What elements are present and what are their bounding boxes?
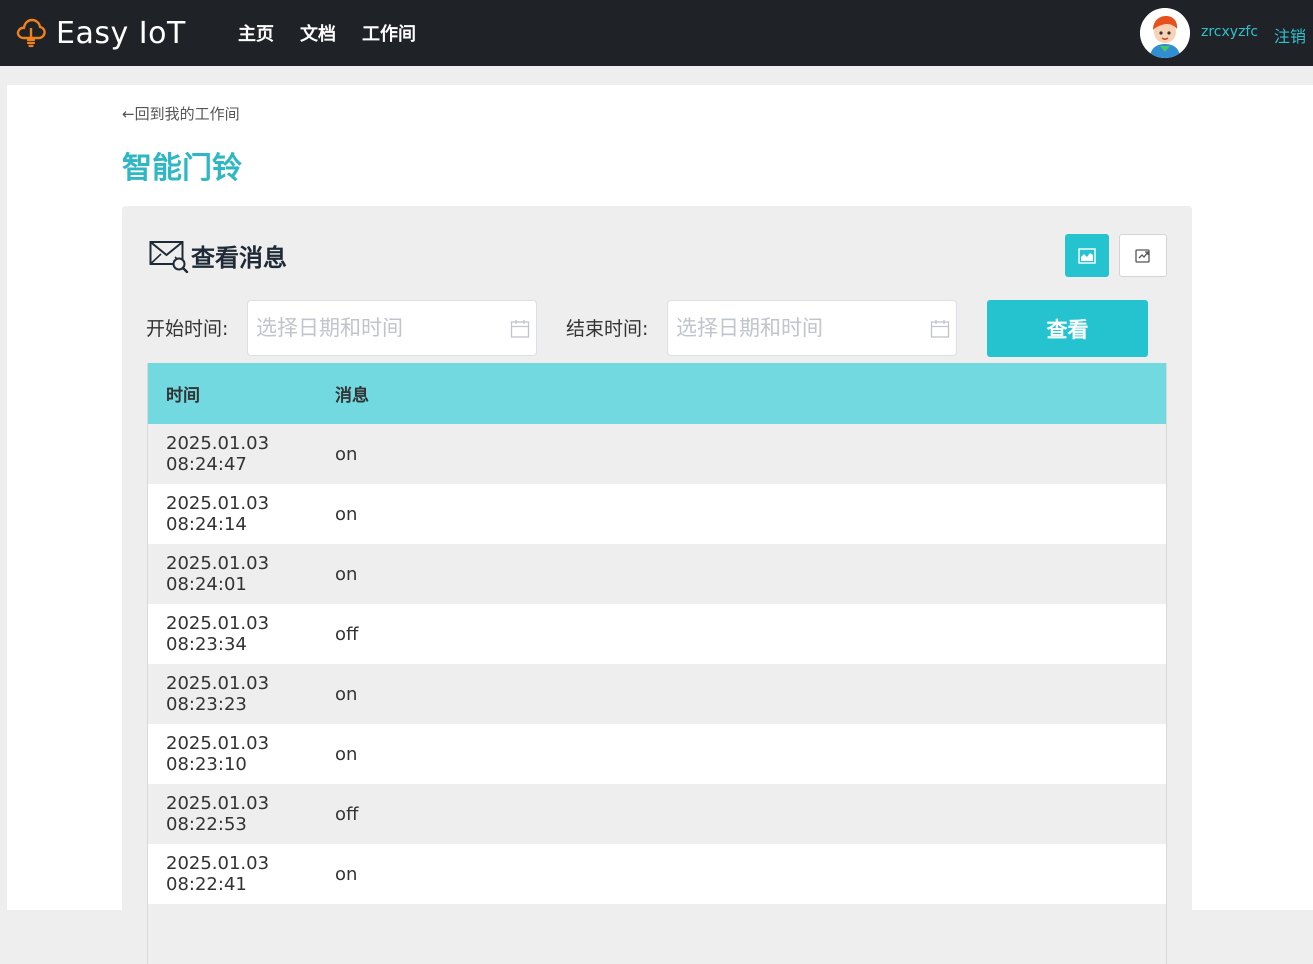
table-row[interactable]: 2025.01.03 08:23:23 on — [148, 664, 1166, 724]
panel-title: 查看消息 — [191, 244, 287, 272]
table-row[interactable]: 2025.01.03 08:22:53 off — [148, 784, 1166, 844]
cell-message: on — [335, 443, 358, 465]
top-navbar: Easy IoT 主页 文档 工作间 zrcxyzfc 注销 — [0, 0, 1313, 66]
chart-view-button[interactable] — [1065, 234, 1109, 277]
table-row[interactable] — [148, 904, 1166, 964]
cell-message: on — [335, 563, 358, 585]
table-row[interactable]: 2025.01.03 08:24:14 on — [148, 484, 1166, 544]
main-nav: 主页 文档 工作间 — [238, 0, 442, 66]
calendar-icon — [510, 320, 530, 338]
calendar-icon — [930, 320, 950, 338]
mail-search-icon — [149, 240, 189, 273]
nav-home[interactable]: 主页 — [238, 20, 274, 46]
message-panel: 查看消息 开始时间: 结束时间: — [122, 206, 1192, 964]
export-icon — [1135, 248, 1150, 263]
table-row[interactable]: 2025.01.03 08:22:41 on — [148, 844, 1166, 904]
cell-message: off — [335, 623, 359, 645]
cell-time: 2025.01.03 08:23:23 — [166, 673, 270, 715]
end-time-label: 结束时间: — [566, 318, 649, 340]
avatar-cartoon-icon — [1140, 8, 1190, 58]
cell-time: 2025.01.03 08:24:14 — [166, 493, 270, 535]
nav-docs[interactable]: 文档 — [300, 20, 336, 46]
end-time-picker[interactable] — [667, 300, 957, 356]
username-link[interactable]: zrcxyzfc — [1201, 24, 1258, 40]
table-row[interactable]: 2025.01.03 08:24:47 on — [148, 424, 1166, 484]
page-title: 智能门铃 — [122, 151, 242, 186]
column-header-time[interactable]: 时间 — [148, 381, 335, 406]
export-button[interactable] — [1119, 234, 1167, 277]
brand[interactable]: Easy IoT — [16, 14, 186, 52]
cell-message: off — [335, 803, 359, 825]
cell-time: 2025.01.03 08:23:34 — [166, 613, 270, 655]
chart-icon — [1078, 247, 1096, 264]
cell-time: 2025.01.03 08:22:53 — [166, 793, 270, 835]
cell-message: on — [335, 683, 358, 705]
start-time-label: 开始时间: — [146, 318, 229, 340]
brand-name: Easy IoT — [56, 15, 186, 51]
message-table: 时间 消息 2025.01.03 08:24:47 on 2025.01.03 … — [147, 363, 1167, 964]
start-time-picker[interactable] — [247, 300, 537, 356]
cell-time: 2025.01.03 08:24:01 — [166, 553, 270, 595]
avatar[interactable] — [1140, 8, 1190, 58]
table-header: 时间 消息 — [148, 363, 1166, 424]
cloud-bulb-icon — [16, 18, 46, 48]
cell-time: 2025.01.03 08:23:10 — [166, 733, 270, 775]
cell-message: on — [335, 863, 358, 885]
logout-link[interactable]: 注销 — [1274, 23, 1306, 47]
cell-time: 2025.01.03 08:22:41 — [166, 853, 270, 895]
query-button[interactable]: 查看 — [987, 300, 1148, 357]
column-header-message[interactable]: 消息 — [335, 381, 369, 406]
panel-header: 查看消息 — [149, 238, 287, 273]
table-row[interactable]: 2025.01.03 08:23:10 on — [148, 724, 1166, 784]
back-to-workspace-link[interactable]: ←回到我的工作间 — [122, 103, 240, 124]
cell-time: 2025.01.03 08:24:47 — [166, 433, 270, 475]
start-time-input[interactable] — [254, 301, 494, 355]
end-time-input[interactable] — [674, 301, 914, 355]
table-row[interactable]: 2025.01.03 08:24:01 on — [148, 544, 1166, 604]
content-area: ←回到我的工作间 智能门铃 查看消息 开始时间: 选择日期和时间 结束时间: 选… — [7, 85, 1313, 964]
table-body: 2025.01.03 08:24:47 on 2025.01.03 08:24:… — [148, 424, 1166, 964]
cell-message: on — [335, 503, 358, 525]
nav-workspace[interactable]: 工作间 — [362, 20, 416, 46]
table-row[interactable]: 2025.01.03 08:23:34 off — [148, 604, 1166, 664]
cell-message: on — [335, 743, 358, 765]
